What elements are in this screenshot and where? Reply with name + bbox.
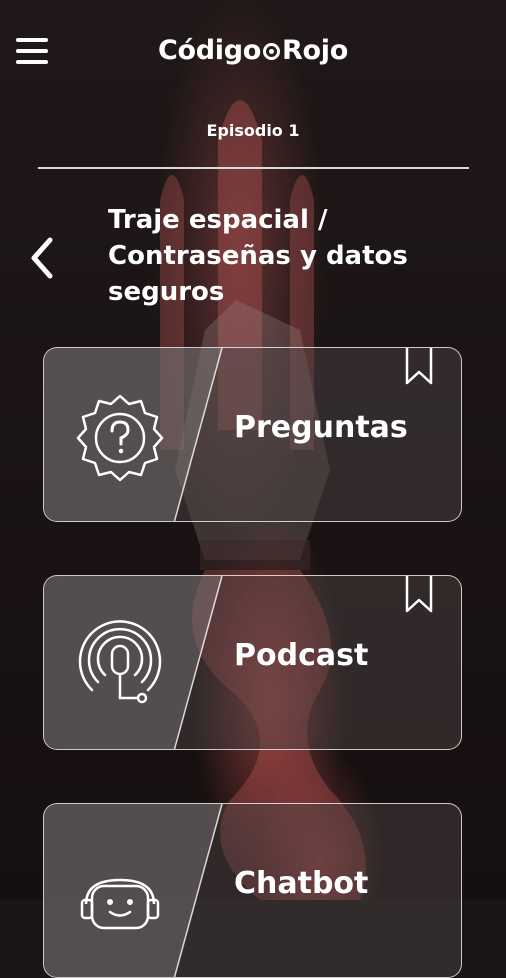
logo-record-icon — [263, 42, 281, 60]
page-title-line: seguros — [108, 277, 225, 307]
card-podcast[interactable]: Podcast — [43, 575, 462, 750]
page-title-line: Traje espacial / — [108, 205, 328, 235]
card-label: Chatbot — [234, 866, 369, 901]
app-logo: Código Rojo — [158, 30, 348, 70]
question-badge-icon — [76, 394, 164, 482]
card-label: Preguntas — [234, 410, 408, 445]
top-bar: Código Rojo — [0, 0, 506, 100]
page-title: Traje espacial / Contraseñas y datos seg… — [108, 202, 488, 310]
card-chatbot[interactable]: Chatbot — [43, 803, 462, 978]
card-label: Podcast — [234, 638, 369, 673]
header-divider — [38, 167, 469, 169]
logo-text-right: Rojo — [282, 34, 348, 66]
bookmark-icon[interactable] — [405, 347, 433, 385]
bookmark-icon[interactable] — [405, 575, 433, 613]
robot-headset-icon — [80, 878, 160, 930]
chevron-left-icon[interactable] — [28, 236, 58, 280]
card-preguntas[interactable]: Preguntas — [43, 347, 462, 522]
episode-label: Episodio 1 — [206, 121, 300, 140]
podcast-microphone-icon — [78, 620, 162, 704]
logo-text-left: Código — [158, 34, 262, 66]
page-title-line: Contraseñas y datos — [108, 241, 408, 271]
hamburger-menu-icon[interactable] — [16, 38, 48, 66]
